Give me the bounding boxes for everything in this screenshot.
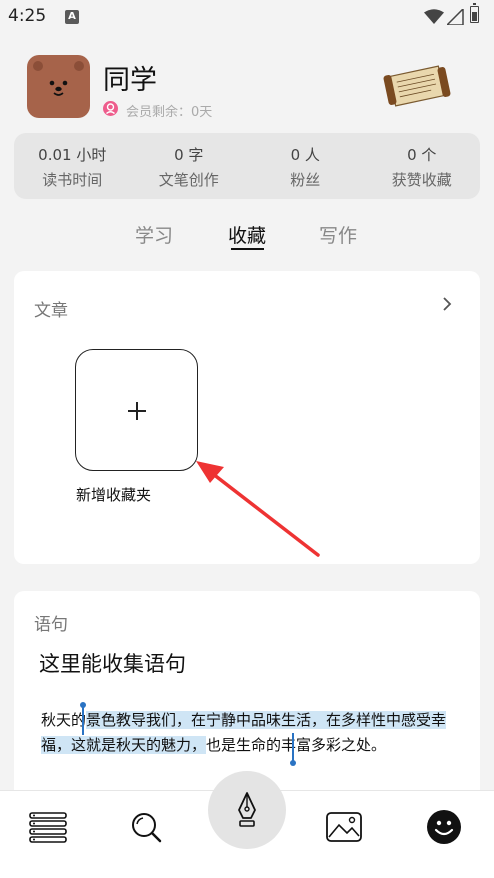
- tab-favorites[interactable]: 收藏: [228, 221, 266, 248]
- selection-end-handle[interactable]: [290, 733, 296, 766]
- sentences-title: 语句: [34, 615, 68, 635]
- stat-label: 粉丝: [290, 171, 321, 189]
- notification-icon: A: [65, 10, 79, 24]
- annotation-arrow-icon: [196, 461, 320, 557]
- nav-bookshelf[interactable]: [28, 807, 68, 847]
- stat-likes[interactable]: 0 个 获赞收藏: [364, 133, 481, 199]
- nav-search[interactable]: [126, 807, 166, 847]
- sentence-text[interactable]: 秋天的景色教导我们，在宁静中品味生活，在多样性中感受幸福，这就是秋天的魅力，也是…: [41, 708, 461, 758]
- nav-write-button[interactable]: [208, 771, 286, 849]
- stat-reading-time[interactable]: 0.01 小时 读书时间: [14, 133, 131, 199]
- search-icon: [132, 813, 162, 843]
- bookshelf-icon: [29, 812, 67, 843]
- nav-profile[interactable]: [424, 807, 464, 847]
- nav-gallery[interactable]: [324, 807, 364, 847]
- add-folder-label: 新增收藏夹: [76, 486, 152, 504]
- active-tab-indicator: [231, 248, 264, 250]
- pen-icon: [238, 792, 256, 827]
- status-time: 4:25: [8, 6, 47, 26]
- sentence-text-before: 秋天的: [41, 711, 87, 729]
- articles-title: 文章: [34, 301, 68, 321]
- membership-remaining: 会员剩余：0天: [126, 105, 213, 120]
- stat-value: 0 字: [174, 146, 204, 164]
- signal-icon: [447, 9, 464, 25]
- add-folder-button[interactable]: [75, 349, 198, 471]
- battery-icon: [470, 3, 479, 23]
- member-badge-icon: [103, 101, 118, 116]
- sentence-text-after: 也是生命的丰富多彩之处。: [206, 736, 387, 754]
- chevron-right-icon[interactable]: [440, 297, 454, 311]
- tab-study[interactable]: 学习: [135, 221, 173, 248]
- stat-value: 0 人: [290, 146, 320, 164]
- stat-label: 读书时间: [42, 171, 103, 189]
- wifi-icon: [424, 9, 444, 24]
- stat-label: 文笔创作: [158, 171, 219, 189]
- stat-fans[interactable]: 0 人 粉丝: [247, 133, 364, 199]
- scroll-icon[interactable]: [382, 63, 454, 111]
- tab-writing[interactable]: 写作: [319, 221, 357, 248]
- stat-value: 0.01 小时: [38, 146, 107, 164]
- user-name: 同学: [103, 65, 157, 96]
- stat-label: 获赞收藏: [391, 171, 452, 189]
- stat-writing[interactable]: 0 字 文笔创作: [131, 133, 248, 199]
- sentences-heading: 这里能收集语句: [39, 652, 186, 676]
- bear-face-icon: [33, 61, 84, 96]
- profile-smiley-icon: [427, 810, 461, 844]
- stats-card: 0.01 小时 读书时间 0 字 文笔创作 0 人 粉丝 0 个 获赞收藏: [14, 133, 480, 199]
- stat-value: 0 个: [407, 146, 437, 164]
- avatar[interactable]: [27, 55, 90, 118]
- plus-icon: [128, 402, 146, 420]
- selection-start-handle[interactable]: [80, 702, 86, 735]
- gallery-icon: [326, 812, 362, 842]
